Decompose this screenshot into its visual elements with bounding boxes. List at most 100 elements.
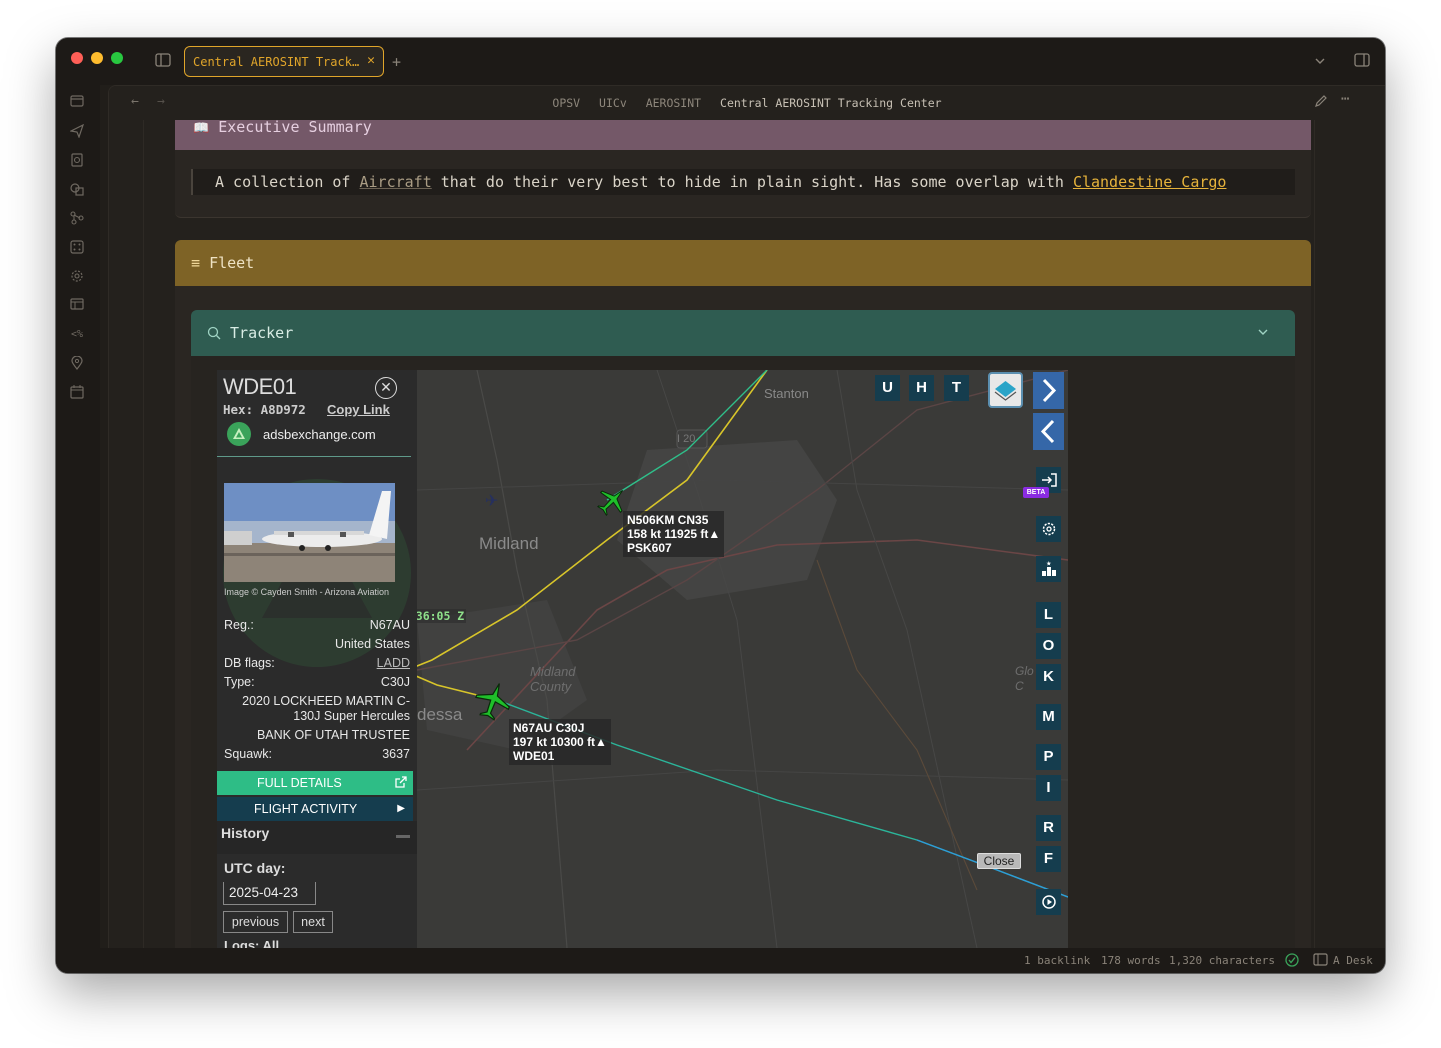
graph-icon[interactable] — [69, 211, 85, 227]
aircraft-link[interactable]: Aircraft — [360, 173, 432, 191]
tab-title: Central AEROSINT Track… — [193, 54, 360, 69]
svg-text:✈: ✈ — [485, 491, 498, 510]
close-window-button[interactable] — [71, 52, 83, 64]
map-pin-icon[interactable] — [69, 355, 85, 372]
aircraft-label-line: PSK607 — [627, 541, 672, 555]
tab-list-chevron-icon[interactable] — [1314, 54, 1326, 70]
history-heading: History — [221, 825, 270, 841]
minimize-window-button[interactable] — [91, 52, 103, 64]
breadcrumb-current[interactable]: Central AEROSINT Tracking Center — [720, 96, 942, 110]
map-replay-button[interactable] — [1036, 889, 1061, 915]
send-icon[interactable] — [69, 123, 85, 140]
reg-value: N67AU — [369, 618, 410, 632]
logs-label: Logs: All — [224, 938, 280, 948]
edit-pencil-icon[interactable] — [1314, 94, 1328, 112]
breadcrumb-item[interactable]: OPSV — [552, 96, 580, 110]
reg-label: Reg.: — [224, 618, 254, 632]
aircraft-label-line: WDE01 — [513, 749, 555, 763]
book-icon: 📖 — [193, 121, 210, 136]
backlink-count[interactable]: 1 backlink — [1024, 954, 1090, 967]
note-content: 📖 Executive Summary A collection of Airc… — [109, 120, 1385, 948]
tracker-heading: Tracker — [230, 324, 294, 342]
right-sidebar-toggle-icon[interactable] — [1354, 53, 1370, 71]
previous-day-button[interactable]: previous — [223, 911, 288, 933]
aircraft-label-line: 158 kt 11925 ft▲ — [627, 527, 721, 541]
utc-day-label: UTC day: — [224, 860, 286, 876]
squawk-label: Squawk: — [224, 747, 272, 761]
map-layers-button[interactable] — [988, 372, 1023, 408]
calendar-icon[interactable] — [69, 385, 85, 401]
map-leaderboard-button[interactable] — [1036, 556, 1061, 582]
clandestine-cargo-link[interactable]: Clandestine Cargo — [1073, 173, 1227, 191]
aircraft-marker-wde01[interactable] — [472, 680, 514, 726]
title-bar: Central AEROSINT Track… ✕ + — [56, 38, 1385, 85]
map-o-button[interactable]: O — [1036, 633, 1061, 659]
podium-icon — [1041, 561, 1056, 576]
workspace-icon[interactable] — [1313, 953, 1328, 969]
panel-divider — [217, 456, 411, 457]
tab-close-icon[interactable]: ✕ — [367, 53, 375, 68]
sidebar-toggle-icon[interactable] — [155, 53, 171, 71]
flight-tracker-map[interactable]: ✈ ✈ Stanton I 20 Midland Midland County … — [217, 370, 1068, 948]
map-back-button[interactable] — [1033, 413, 1064, 450]
site-name[interactable]: adsbexchange.com — [263, 427, 376, 442]
new-tab-icon[interactable]: + — [392, 53, 401, 71]
dice-icon[interactable] — [69, 240, 85, 256]
full-details-button[interactable]: FULL DETAILS — [217, 771, 413, 795]
editor-pane: ← → OPSV UICv AEROSINT Central AEROSINT … — [108, 85, 1385, 948]
app-window: Central AEROSINT Track… ✕ + <% ← → OPSV … — [56, 38, 1385, 973]
copy-link[interactable]: Copy Link — [327, 402, 390, 417]
fleet-callout-title[interactable]: ≡ Fleet — [175, 240, 1311, 286]
fleet-heading: Fleet — [209, 254, 255, 272]
utc-day-input[interactable]: 2025-04-23 — [223, 882, 316, 905]
map-i-button[interactable]: I — [1036, 775, 1061, 801]
map-close-button[interactable]: Close — [977, 853, 1021, 869]
map-forward-button[interactable] — [1033, 372, 1064, 409]
templater-icon[interactable]: <% — [69, 327, 85, 343]
files-icon[interactable] — [69, 95, 85, 111]
gear-puzzle-icon[interactable] — [69, 269, 85, 285]
layout-icon[interactable] — [69, 298, 85, 314]
info-close-icon[interactable]: ✕ — [375, 377, 397, 399]
map-r-button[interactable]: R — [1036, 815, 1061, 841]
type-value: C30J — [380, 675, 410, 689]
map-u-button[interactable]: U — [875, 375, 900, 401]
breadcrumb-item[interactable]: AEROSINT — [646, 96, 701, 110]
map-f-button[interactable]: F — [1036, 846, 1061, 872]
tracker-callout-title[interactable]: Tracker — [191, 310, 1295, 356]
breadcrumb-item[interactable]: UICv — [599, 96, 627, 110]
sync-check-icon[interactable] — [1285, 953, 1299, 970]
aircraft-label-wde01[interactable]: N67AU C30J 197 kt 10300 ft▲ WDE01 — [509, 719, 611, 765]
db-flags-link[interactable]: LADD — [377, 656, 410, 670]
shapes-icon[interactable] — [69, 182, 85, 198]
search-file-icon[interactable] — [69, 153, 85, 169]
list-icon: ≡ — [191, 254, 201, 272]
aircraft-label-psk607[interactable]: N506KM CN35 158 kt 11925 ft▲ PSK607 — [623, 511, 725, 557]
login-arrow-icon — [1041, 473, 1057, 487]
executive-summary-callout-title[interactable]: 📖 Executive Summary — [175, 120, 1311, 150]
map-settings-button[interactable] — [1036, 516, 1061, 542]
map-p-button[interactable]: P — [1036, 744, 1061, 770]
zoom-window-button[interactable] — [111, 52, 123, 64]
workspace-name[interactable]: A Desk — [1333, 954, 1373, 967]
collapse-icon[interactable] — [396, 835, 410, 838]
more-options-icon[interactable]: ⋯ — [1341, 91, 1349, 107]
view-header: ← → OPSV UICv AEROSINT Central AEROSINT … — [109, 86, 1385, 120]
map-m-button[interactable]: M — [1036, 704, 1061, 730]
map-h-button[interactable]: H — [909, 375, 934, 401]
county-label-midland: Midland County — [530, 664, 576, 694]
model-line-2: 130J Super Hercules — [293, 709, 410, 723]
breadcrumb: OPSV UICv AEROSINT Central AEROSINT Trac… — [109, 96, 1385, 110]
hex-label: Hex: — [223, 402, 254, 417]
city-label-midland: Midland — [479, 534, 539, 553]
chevron-down-icon[interactable] — [1257, 310, 1269, 356]
external-link-icon — [395, 771, 407, 795]
next-day-button[interactable]: next — [293, 911, 333, 933]
flight-activity-button[interactable]: FLIGHT ACTIVITY ▶ — [217, 797, 413, 821]
map-l-button[interactable]: L — [1036, 602, 1061, 628]
chevron-left-icon — [1040, 419, 1055, 444]
tab-active[interactable]: Central AEROSINT Track… ✕ — [184, 46, 384, 77]
map-t-button[interactable]: T — [944, 375, 969, 401]
map-k-button[interactable]: K — [1036, 664, 1061, 690]
aircraft-photo[interactable] — [224, 483, 395, 582]
